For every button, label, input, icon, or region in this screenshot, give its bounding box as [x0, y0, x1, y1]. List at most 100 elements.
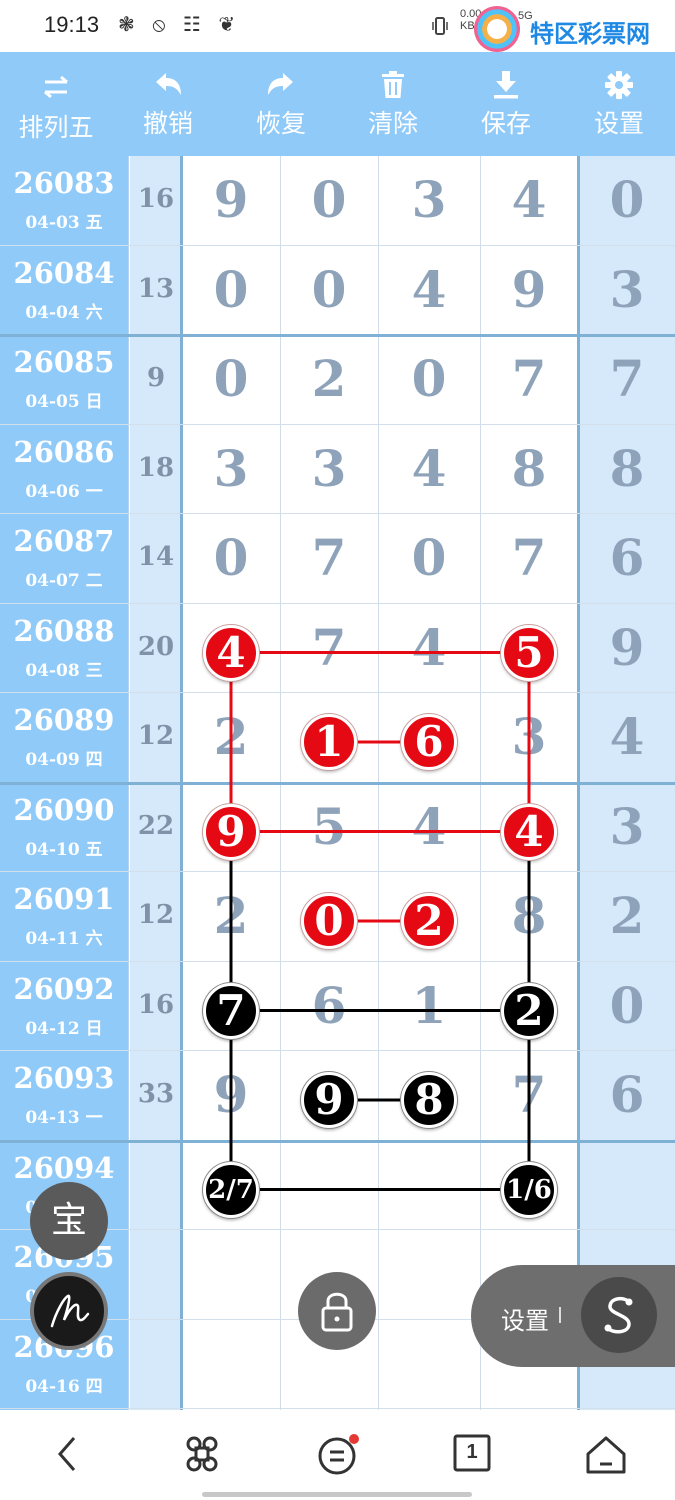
sum-value: 9 [146, 363, 166, 393]
digit-cell[interactable]: 2 [201, 707, 261, 766]
table-row: 26093 04-13 一 33 9 9 8 7 6 [0, 1051, 675, 1140]
pill-separator [559, 1307, 561, 1323]
brand-logo [474, 6, 520, 52]
treasure-button[interactable]: 宝 [30, 1182, 108, 1260]
extra-digit: 3 [609, 259, 645, 319]
digit-cell[interactable]: 1 [299, 707, 359, 766]
navigation-bar: 1 [0, 1410, 675, 1500]
s-icon [604, 1296, 633, 1334]
download-icon [494, 71, 518, 99]
digit-cell[interactable]: 7 [299, 528, 359, 587]
digit-cell[interactable]: 0 [201, 260, 261, 319]
home-indicator[interactable] [202, 1492, 472, 1497]
clear-button[interactable]: 清除 [337, 52, 449, 156]
digit-cell[interactable]: 7 [201, 976, 261, 1035]
pen-button[interactable] [30, 1272, 108, 1350]
digit-cell[interactable]: 0 [399, 349, 459, 408]
digit-cell[interactable]: 5 [299, 797, 359, 856]
floating-settings-panel[interactable]: 设置 [471, 1265, 675, 1367]
digit-cell[interactable]: 3 [399, 170, 459, 229]
sum-value: 16 [137, 989, 175, 1020]
s-button[interactable] [581, 1277, 657, 1353]
digit-cell[interactable]: 9 [201, 170, 261, 229]
back-icon [58, 1437, 76, 1471]
extra-digit: 0 [609, 170, 645, 229]
save-button[interactable]: 保存 [450, 52, 562, 156]
digit-cell[interactable]: 4 [399, 439, 459, 498]
digit-cell[interactable]: 3 [299, 439, 359, 498]
lottery-switch-button[interactable]: 排列五 [0, 52, 112, 156]
issue-number: 26091 [13, 882, 115, 916]
digit-cell[interactable]: 7 [499, 1065, 559, 1124]
undo-button[interactable]: 撤销 [112, 52, 224, 156]
issue-number: 26083 [13, 166, 115, 200]
digit-cell[interactable]: 4 [499, 170, 559, 229]
digit-cell[interactable]: 6 [299, 976, 359, 1035]
digit-cell[interactable]: 7 [299, 618, 359, 677]
digit-cell[interactable]: 7 [499, 528, 559, 587]
extra-digit: 4 [609, 707, 645, 766]
digit-cell[interactable]: 2 [399, 886, 459, 945]
digit-cell[interactable]: 8 [399, 1065, 459, 1124]
home-icon [586, 1436, 626, 1474]
row-divider [0, 1408, 675, 1409]
digit-cell[interactable]: 5 [499, 618, 559, 677]
digit-cell[interactable]: 9 [201, 797, 261, 856]
issue-number: 26093 [13, 1061, 115, 1095]
digit-cell[interactable]: 0 [201, 349, 261, 408]
table-row: 26086 04-06 一 18 3 3 4 8 8 [0, 425, 675, 514]
issue-number: 26086 [13, 434, 115, 469]
extra-digit: 0 [609, 975, 645, 1035]
digit-cell[interactable]: 1 [399, 976, 459, 1035]
command-button[interactable] [172, 1430, 232, 1478]
toolbar-label: 恢复 [255, 109, 306, 138]
issue-date: 04-05 日 [25, 392, 103, 412]
extra-digit: 6 [609, 1065, 645, 1124]
digit-cell[interactable]: 2 [299, 349, 359, 408]
digit-cell[interactable]: 4 [399, 260, 459, 319]
digit-cell[interactable]: 4 [499, 797, 559, 856]
digit-cell[interactable]: 0 [299, 886, 359, 945]
digit-cell[interactable]: 4 [399, 797, 459, 856]
sum-value: 18 [137, 452, 175, 483]
digit-cell[interactable]: 9 [299, 1065, 359, 1124]
sum-value: 12 [137, 721, 175, 751]
digit-cell[interactable]: 0 [201, 528, 261, 587]
gear-icon [605, 71, 633, 99]
digit-cell[interactable]: 0 [399, 528, 459, 587]
table-row: 26083 04-03 五 16 9 0 3 4 0 [0, 156, 675, 245]
toolbar: 排列五 撤销 恢复 清除 保存 设置 [0, 52, 675, 156]
digit-cell[interactable]: 3 [499, 707, 559, 766]
table-row: 26092 04-12 日 16 7 6 1 2 0 [0, 962, 675, 1051]
toolbar-label: 撤销 [142, 109, 193, 138]
brand-name: 特区彩票网 [530, 20, 650, 48]
digit-cell[interactable]: 6 [399, 707, 459, 766]
table-row: 26085 04-05 日902077 [0, 335, 675, 424]
digit-cell[interactable]: 3 [201, 439, 261, 498]
digit-cell[interactable]: 0 [299, 170, 359, 229]
redo-icon [268, 73, 293, 95]
tabs-button[interactable]: 1 [442, 1430, 502, 1478]
lock-icon [321, 1292, 353, 1332]
redo-button[interactable]: 恢复 [225, 52, 337, 156]
digit-cell[interactable]: 4 [201, 618, 261, 677]
home-button[interactable] [576, 1430, 636, 1478]
sum-value: 16 [137, 184, 175, 214]
issue-date: 04-08 三 [25, 660, 103, 681]
lock-button[interactable] [298, 1272, 376, 1350]
digit-cell[interactable]: 4 [399, 618, 459, 677]
digit-cell[interactable]: 0 [299, 260, 359, 319]
digit-cell[interactable]: 7 [499, 349, 559, 408]
digit-cell[interactable]: 2 [499, 976, 559, 1035]
settings-button[interactable]: 设置 [563, 52, 675, 156]
command-icon [186, 1436, 218, 1472]
digit-cell[interactable]: 8 [499, 886, 559, 945]
menu-button[interactable] [307, 1430, 367, 1478]
back-button[interactable] [38, 1430, 98, 1478]
sum-value: 13 [137, 273, 175, 304]
digit-cell[interactable]: 9 [201, 1065, 261, 1124]
digit-cell[interactable]: 8 [499, 439, 559, 498]
table-row: 26089 04-09 四 12 2 1 6 3 4 [0, 693, 675, 782]
digit-cell[interactable]: 2 [201, 886, 261, 945]
digit-cell[interactable]: 9 [499, 260, 559, 319]
